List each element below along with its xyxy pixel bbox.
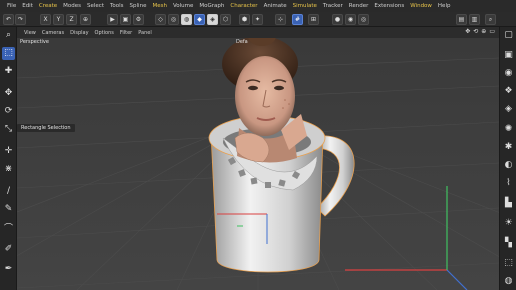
search-icon[interactable]: ⌕ xyxy=(485,14,496,25)
menu-tools[interactable]: Tools xyxy=(107,0,127,12)
uv-mode-icon[interactable]: ⬢ xyxy=(239,14,250,25)
object-mode-icon[interactable]: ◍ xyxy=(181,14,192,25)
layout-icon[interactable]: ▣ xyxy=(502,49,515,62)
viewport-menu-cameras[interactable]: Cameras xyxy=(39,30,67,36)
keyframe-icon[interactable]: ◎ xyxy=(358,14,369,25)
viewport-menu-display[interactable]: Display xyxy=(67,30,91,36)
menu-character[interactable]: Character xyxy=(227,0,260,12)
clapboard-icon[interactable]: ▤ xyxy=(456,14,467,25)
axis-mode-icon[interactable]: ✦ xyxy=(252,14,263,25)
render-queue-icon[interactable]: ▥ xyxy=(469,14,480,25)
render-view-icon[interactable]: ▶ xyxy=(107,14,118,25)
axis-x-button[interactable]: X xyxy=(40,14,51,25)
coordinate-system-icon[interactable]: ⊕ xyxy=(80,14,91,25)
sculpt-tool-icon[interactable]: ✐ xyxy=(2,243,15,256)
material-icon[interactable]: ◍ xyxy=(502,275,515,288)
sphere-icon[interactable]: ◐ xyxy=(502,159,515,172)
menu-edit[interactable]: Edit xyxy=(19,0,36,12)
brush-tool-icon[interactable]: ⌒ xyxy=(2,223,15,236)
menu-animate[interactable]: Animate xyxy=(261,0,290,12)
scale-tool-icon[interactable]: ⤡ xyxy=(2,123,15,136)
tag-icon[interactable]: ⬚ xyxy=(502,257,515,270)
transform-tool-icon[interactable]: ✛ xyxy=(2,145,15,158)
spline-pen-icon[interactable]: ✒ xyxy=(2,263,15,276)
render-settings-icon[interactable]: ⚙ xyxy=(133,14,144,25)
deformer-icon[interactable]: ❖ xyxy=(502,85,515,98)
menu-mograph[interactable]: MoGraph xyxy=(196,0,227,12)
menu-simulate[interactable]: Simulate xyxy=(290,0,320,12)
right-object-palette: ▢ ▣ ◉ ❖ ◈ ✺ ✱ ◐ ⌇ ▙ ☀ ▚ ⬚ ◍ xyxy=(499,27,516,290)
menu-select[interactable]: Select xyxy=(84,0,107,12)
paint-tool-icon[interactable]: ✎ xyxy=(2,203,15,216)
snap-tool-icon[interactable]: ⋇ xyxy=(2,163,15,176)
left-tool-palette: ⌕ ⬚ ✚ ✥ ⟳ ⤡ ✛ ⋇ ∕ ✎ ⌒ ✐ ✒ xyxy=(0,27,17,290)
viewport-menu-view[interactable]: View xyxy=(21,30,39,36)
viewport-menu-filter[interactable]: Filter xyxy=(117,30,135,36)
search-tool-icon[interactable]: ⌕ xyxy=(2,29,15,42)
viewport-menu-options[interactable]: Options xyxy=(92,30,117,36)
perspective-viewport[interactable]: Perspective Defa Rectangle Selection xyxy=(17,38,499,290)
redo-icon[interactable]: ↷ xyxy=(15,14,26,25)
select-tool-icon[interactable]: ⬚ xyxy=(2,47,15,60)
grid-icon[interactable]: ⊞ xyxy=(308,14,319,25)
menu-file[interactable]: File xyxy=(4,0,19,12)
axis-y-button[interactable]: Y xyxy=(53,14,64,25)
texture-mode-icon[interactable]: ◎ xyxy=(168,14,179,25)
menu-mesh[interactable]: Mesh xyxy=(149,0,169,12)
right-eye xyxy=(274,85,284,91)
viewport-scene xyxy=(17,38,499,290)
move-tool-icon[interactable]: ✥ xyxy=(2,87,15,100)
viewport-menu-panel[interactable]: Panel xyxy=(135,30,155,36)
scene-icon[interactable]: ▚ xyxy=(502,237,515,250)
viewport-menu-bar: View Cameras Display Options Filter Panel ✥ ⟲… xyxy=(17,27,499,38)
record-icon[interactable]: ● xyxy=(332,14,343,25)
points-mode-icon[interactable]: ◆ xyxy=(194,14,205,25)
render-picture-icon[interactable]: ▣ xyxy=(120,14,131,25)
menu-tracker[interactable]: Tracker xyxy=(320,0,346,12)
spline-icon[interactable]: ⌇ xyxy=(502,177,515,190)
light-icon[interactable]: ☀ xyxy=(502,217,515,230)
undo-icon[interactable]: ↶ xyxy=(3,14,14,25)
model-mode-icon[interactable]: ◇ xyxy=(155,14,166,25)
menu-spline[interactable]: Spline xyxy=(127,0,150,12)
zoom-view-icon[interactable]: ⊕ xyxy=(481,28,486,35)
move-view-icon[interactable]: ✥ xyxy=(465,28,470,35)
hud-active-tool: Rectangle Selection xyxy=(17,124,75,132)
menu-create[interactable]: Create xyxy=(36,0,60,12)
viewport-nav-icons: ✥ ⟲ ⊕ ▭ xyxy=(465,28,495,35)
menu-window[interactable]: Window xyxy=(407,0,435,12)
field-icon[interactable]: ✺ xyxy=(502,123,515,136)
cube-object-icon[interactable]: ▢ xyxy=(502,29,515,42)
subdivision-icon[interactable]: ◉ xyxy=(502,67,515,80)
live-select-icon[interactable]: ✚ xyxy=(2,65,15,78)
viewport-camera-label: Perspective xyxy=(20,39,49,45)
polygons-mode-icon[interactable]: ⬡ xyxy=(220,14,231,25)
edges-mode-icon[interactable]: ◈ xyxy=(207,14,218,25)
menu-modes[interactable]: Modes xyxy=(60,0,84,12)
left-eye xyxy=(248,85,258,91)
effector-icon[interactable]: ✱ xyxy=(502,141,515,154)
menu-volume[interactable]: Volume xyxy=(170,0,196,12)
camera-icon[interactable]: ▙ xyxy=(502,197,515,210)
main-toolbar: ↶ ↷ X Y Z ⊕ ▶ ▣ ⚙ ◇ ◎ ◍ ◆ ◈ ⬡ ⬢ ✦ ⊹ # ⊞ … xyxy=(0,12,516,27)
rotate-tool-icon[interactable]: ⟳ xyxy=(2,105,15,118)
axis-z-button[interactable]: Z xyxy=(66,14,77,25)
generator-icon[interactable]: ◈ xyxy=(502,103,515,116)
maximize-view-icon[interactable]: ▭ xyxy=(489,28,495,35)
menu-render[interactable]: Render xyxy=(346,0,372,12)
viewport-camera-name: Defa xyxy=(236,39,248,45)
rotate-view-icon[interactable]: ⟲ xyxy=(473,28,478,35)
main-menu-bar: File Edit Create Modes Select Tools Spline Mesh… xyxy=(0,0,516,12)
menu-extensions[interactable]: Extensions xyxy=(371,0,407,12)
menu-help[interactable]: Help xyxy=(435,0,454,12)
knife-tool-icon[interactable]: ∕ xyxy=(2,185,15,198)
workplane-icon[interactable]: # xyxy=(292,14,303,25)
autokey-icon[interactable]: ◉ xyxy=(345,14,356,25)
snap-icon[interactable]: ⊹ xyxy=(275,14,286,25)
